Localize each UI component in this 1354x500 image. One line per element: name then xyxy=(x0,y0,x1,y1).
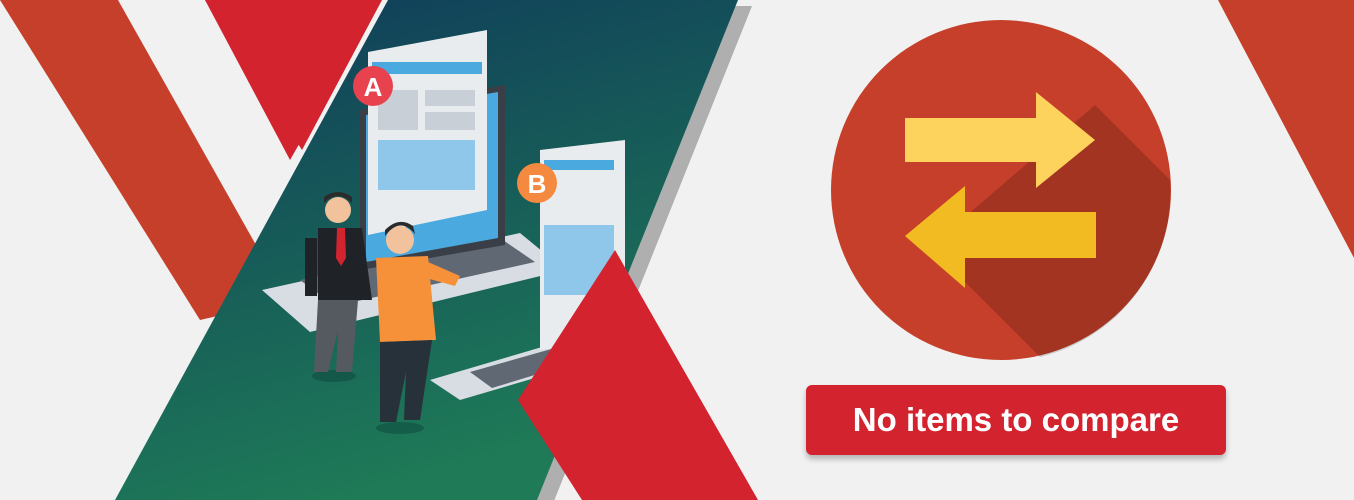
stripe-right-orange xyxy=(1218,0,1354,258)
compare-arrows-icon xyxy=(831,20,1171,360)
badge-b-label: B xyxy=(528,169,547,199)
badge-b: B xyxy=(517,163,557,203)
badge-a: A xyxy=(353,66,393,106)
banner-stage: A B No items to compare xyxy=(0,0,1354,500)
badge-a-label: A xyxy=(364,72,383,102)
no-items-to-compare-button[interactable]: No items to compare xyxy=(806,385,1226,455)
